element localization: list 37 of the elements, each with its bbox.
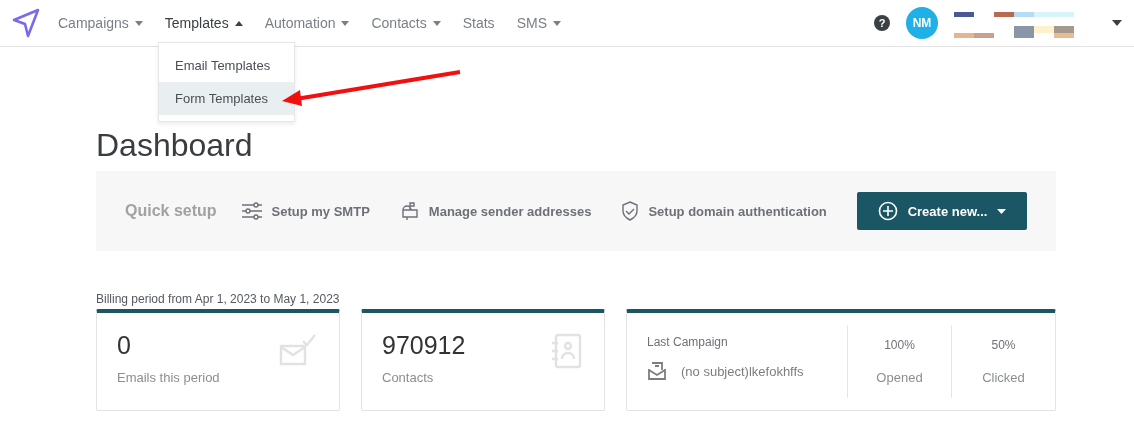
metric-value: 100%	[884, 338, 915, 352]
menu-item[interactable]: Form Templates	[159, 82, 294, 115]
campaign-subject: (no subject)lkefokhffs	[681, 363, 804, 379]
nav-link[interactable]: Templates	[164, 15, 243, 31]
create-new-button[interactable]: Create new...	[857, 192, 1027, 230]
stat-value: 970912	[382, 331, 467, 360]
avatar[interactable]: NM	[906, 7, 938, 39]
stat-label: Contacts	[382, 370, 435, 385]
menu-item[interactable]: Email Templates	[159, 49, 294, 82]
metric-value: 50%	[991, 338, 1016, 352]
nav-link[interactable]: Campaigns	[58, 15, 143, 31]
stat-label: Emails this period	[117, 370, 221, 385]
nav-link[interactable]: Automation	[264, 15, 350, 31]
envelope-check-icon	[279, 333, 317, 367]
setup-link[interactable]: Setup my SMTP	[240, 202, 370, 220]
quick-setup-label: Quick setup	[125, 202, 217, 220]
stat-value: 0	[117, 331, 132, 360]
mailbox-icon	[399, 201, 420, 221]
nav-link[interactable]: Stats	[462, 15, 495, 31]
caret-icon	[997, 208, 1007, 214]
setup-link[interactable]: Setup domain authentication	[621, 201, 827, 221]
inbox-icon	[647, 361, 667, 381]
paper-plane-logo[interactable]	[12, 8, 40, 38]
page-title: Dashboard	[96, 127, 254, 163]
nav-link[interactable]: Contacts	[371, 15, 441, 31]
help-icon[interactable]: ?	[874, 15, 890, 31]
address-book-icon	[550, 333, 582, 369]
plus-circle-icon	[877, 201, 898, 221]
sliders-icon	[240, 202, 263, 220]
shield-check-icon	[621, 201, 640, 221]
caret-icon[interactable]	[1112, 20, 1122, 26]
metric-label: Opened	[876, 370, 923, 385]
billing-period: Billing period from Apr 1, 2023 to May 1, 2023	[96, 292, 341, 306]
metric-label: Clicked	[982, 370, 1025, 385]
setup-link[interactable]: Manage sender addresses	[399, 201, 592, 221]
nav-link[interactable]: SMS	[516, 15, 561, 31]
last-campaign-label: Last Campaign	[647, 335, 729, 349]
